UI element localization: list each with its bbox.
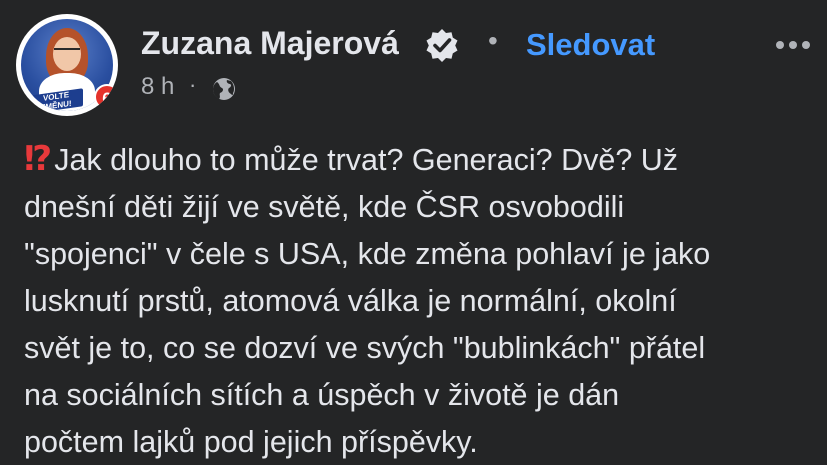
verified-badge-icon (426, 29, 458, 62)
avatar-badge: 6 (94, 84, 118, 110)
more-options-button[interactable] (770, 32, 816, 60)
post-text-line: počtem lajků pod jejich příspěvky. (24, 425, 478, 459)
post-header: VOLTE ZMĚNU! 6 Zuzana Majerová • Sledova… (0, 0, 827, 116)
post-text-line: "spojenci" v čele s USA, kde změna pohla… (24, 237, 711, 271)
post-timestamp[interactable]: 8 h (141, 73, 174, 101)
header-separator: • (488, 25, 498, 56)
more-dot-icon (776, 41, 784, 49)
more-dot-icon (802, 41, 810, 49)
globe-icon (213, 78, 235, 100)
post-text-line: lusknutí prstů, atomová válka je normáln… (24, 284, 677, 318)
post-text-line: svět je to, co se dozví ve svých "bublin… (24, 331, 706, 365)
follow-button[interactable]: Sledovat (526, 27, 655, 63)
post-text: ⁉Jak dlouho to může trvat? Generaci? Dvě… (24, 136, 814, 465)
post-text-line: dnešní děti žijí ve světě, kde ČSR osvob… (24, 190, 625, 224)
post-text-line-content: Jak dlouho to může trvat? Generaci? Dvě?… (54, 143, 679, 177)
post-text-line: na sociálních sítích a úspěch v životě j… (24, 378, 620, 412)
author-name[interactable]: Zuzana Majerová (141, 25, 399, 62)
avatar-glasses (54, 48, 80, 56)
interrobang-emoji-icon: ⁉ (24, 140, 53, 178)
facebook-post: VOLTE ZMĚNU! 6 Zuzana Majerová • Sledova… (0, 0, 827, 465)
timestamp-separator: · (189, 72, 197, 97)
post-text-line: ⁉Jak dlouho to může trvat? Generaci? Dvě… (24, 136, 814, 184)
more-dot-icon (789, 41, 797, 49)
author-avatar[interactable]: VOLTE ZMĚNU! 6 (16, 14, 118, 116)
